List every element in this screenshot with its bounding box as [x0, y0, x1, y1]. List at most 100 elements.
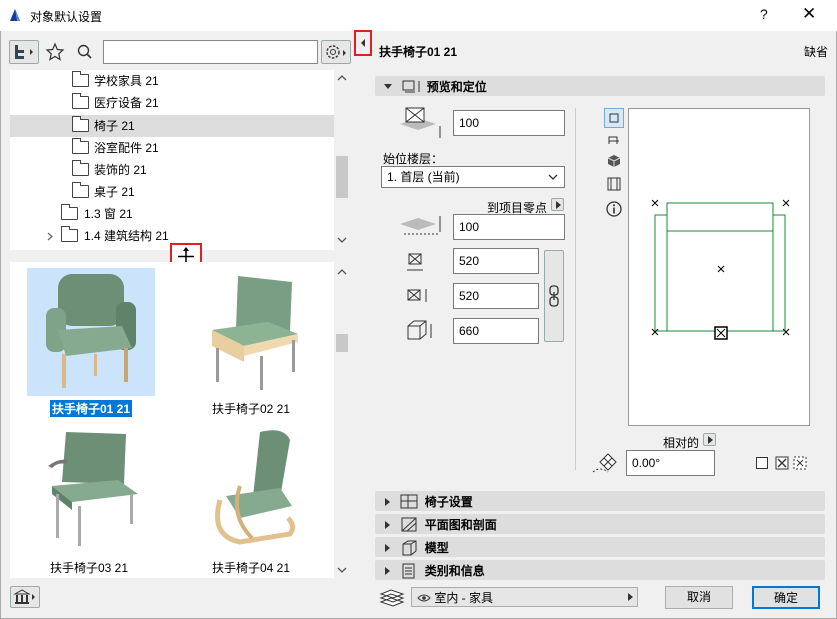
- tree-item-label: 装饰的 21: [94, 163, 147, 177]
- arrow-right-icon: [628, 593, 633, 601]
- layer-select[interactable]: 室内 - 家具: [411, 587, 638, 607]
- relative-button[interactable]: [703, 433, 716, 446]
- chevron-right-icon[interactable]: [46, 232, 54, 241]
- gallery-scroll-thumb[interactable]: [336, 334, 348, 352]
- gallery-item-label[interactable]: 扶手椅子03 21: [50, 559, 128, 576]
- view-mode-button[interactable]: [9, 40, 39, 64]
- height-input[interactable]: 660: [453, 318, 539, 344]
- anchor-center-icon[interactable]: [775, 456, 789, 470]
- depth-icon: [407, 289, 427, 302]
- armchair-01-thumbnail[interactable]: [36, 270, 146, 394]
- document-list-icon: [402, 563, 415, 579]
- help-button[interactable]: ?: [760, 6, 768, 22]
- tree-item-label: 学校家具 21: [94, 74, 159, 88]
- view-floor-plan-button[interactable]: [604, 108, 624, 128]
- ok-button[interactable]: 确定: [752, 586, 820, 609]
- section-title: 平面图和剖面: [424, 517, 497, 532]
- tree-item[interactable]: 桌子 21: [10, 181, 334, 203]
- project-zero-icon: [400, 216, 441, 235]
- search-options-button[interactable]: [321, 40, 351, 64]
- tree-scrollbar[interactable]: [334, 70, 350, 250]
- tree-item[interactable]: 椅子 21: [10, 115, 334, 137]
- folder-icon: [72, 160, 89, 176]
- width-input[interactable]: 520: [453, 248, 539, 274]
- folder-icon: [72, 116, 89, 132]
- cancel-button[interactable]: 取消: [665, 586, 733, 609]
- height-icon: [407, 320, 432, 340]
- arrow-right-icon: [708, 436, 713, 444]
- tree-scroll-thumb[interactable]: [336, 156, 348, 198]
- window-title: 对象默认设置: [30, 10, 103, 24]
- section-title: 椅子设置: [424, 494, 473, 509]
- section-title: 模型: [424, 540, 449, 555]
- collapse-panel-button[interactable]: [354, 30, 372, 56]
- title-bar: 对象默认设置 ? ✕: [0, 0, 837, 31]
- gear-icon: [326, 45, 346, 59]
- section-classification-header[interactable]: 类别和信息: [375, 560, 825, 580]
- armchair-03-thumbnail[interactable]: [38, 430, 148, 550]
- tree-item[interactable]: 1.3 窗 21: [10, 203, 334, 225]
- eye-icon: [417, 594, 431, 602]
- section-chair-settings-header[interactable]: 椅子设置: [375, 491, 825, 511]
- armchair-04-thumbnail[interactable]: [200, 426, 310, 554]
- expand-icon: [385, 497, 390, 506]
- chevron-down-icon: [548, 174, 558, 180]
- depth-input[interactable]: 520: [453, 283, 539, 309]
- scroll-up-icon[interactable]: [337, 268, 347, 276]
- tree-item-label: 1.3 窗 21: [84, 207, 133, 221]
- section-model-header[interactable]: 模型: [375, 537, 825, 557]
- lock-ratio-button[interactable]: [544, 250, 564, 342]
- scroll-down-icon[interactable]: [337, 566, 347, 574]
- to-project-zero-button[interactable]: [551, 198, 564, 211]
- chain-link-icon: [549, 285, 559, 307]
- width-icon: [407, 253, 423, 271]
- gallery-item-label-selected[interactable]: 扶手椅子01 21: [50, 400, 133, 417]
- section-preview-header[interactable]: 预览和定位: [375, 76, 825, 96]
- search-input[interactable]: [103, 40, 318, 64]
- tree-item[interactable]: 装饰的 21: [10, 159, 334, 181]
- gallery-item-label[interactable]: 扶手椅子04 21: [212, 559, 290, 576]
- section-plan-section-header[interactable]: 平面图和剖面: [375, 514, 825, 534]
- folder-icon: [61, 226, 78, 242]
- folder-icon: [72, 93, 89, 109]
- folder-icon: [72, 71, 89, 87]
- angle-input[interactable]: 0.00°: [626, 450, 715, 476]
- tree-item-label: 桌子 21: [94, 185, 135, 199]
- home-story-select[interactable]: 1. 首层 (当前): [381, 166, 565, 188]
- anchor-dashed-icon[interactable]: [793, 456, 807, 470]
- plan-preview[interactable]: [628, 108, 810, 426]
- section-preview-title: 预览和定位: [426, 79, 487, 94]
- home-story-value: 1. 首层 (当前): [387, 170, 460, 184]
- scroll-down-icon[interactable]: [337, 236, 347, 244]
- folder-icon: [72, 138, 89, 154]
- view-3d-cube-icon[interactable]: [606, 153, 622, 169]
- gallery-item-label[interactable]: 扶手椅子02 21: [212, 400, 290, 417]
- favorites-star-icon[interactable]: [45, 42, 65, 62]
- object-gallery: 扶手椅子01 21 扶手椅子02 21 扶手椅子03 21 扶手椅子04 21: [10, 262, 350, 578]
- view-side-icon[interactable]: [606, 132, 622, 148]
- info-icon[interactable]: [605, 200, 623, 218]
- tree-item[interactable]: 医疗设备 21: [10, 92, 334, 114]
- elevation-icon: [400, 107, 441, 138]
- folder-tree-icon: [15, 45, 33, 59]
- object-name: 扶手椅子01 21: [379, 45, 458, 59]
- project-zero-input[interactable]: 100: [453, 214, 565, 240]
- gallery-scrollbar[interactable]: [334, 262, 350, 578]
- armchair-plan-drawing: [651, 199, 790, 340]
- tree-item[interactable]: 浴室配件 21: [10, 137, 334, 159]
- anchor-empty-checkbox[interactable]: [756, 457, 768, 469]
- view-film-icon[interactable]: [606, 176, 622, 192]
- search-icon[interactable]: [76, 43, 94, 61]
- armchair-02-thumbnail[interactable]: [198, 272, 308, 392]
- tree-item[interactable]: 学校家具 21: [10, 70, 334, 92]
- section-title: 类别和信息: [424, 563, 485, 578]
- home-story-label: 始位楼层：: [383, 152, 444, 166]
- vertical-divider: [575, 108, 576, 470]
- library-icon: [13, 589, 35, 604]
- library-manager-button[interactable]: [10, 586, 40, 608]
- arrow-right-icon: [556, 201, 561, 209]
- expand-icon: [385, 543, 390, 552]
- elevation-input[interactable]: 100: [453, 110, 565, 136]
- close-button[interactable]: ✕: [802, 4, 816, 24]
- scroll-up-icon[interactable]: [337, 74, 347, 82]
